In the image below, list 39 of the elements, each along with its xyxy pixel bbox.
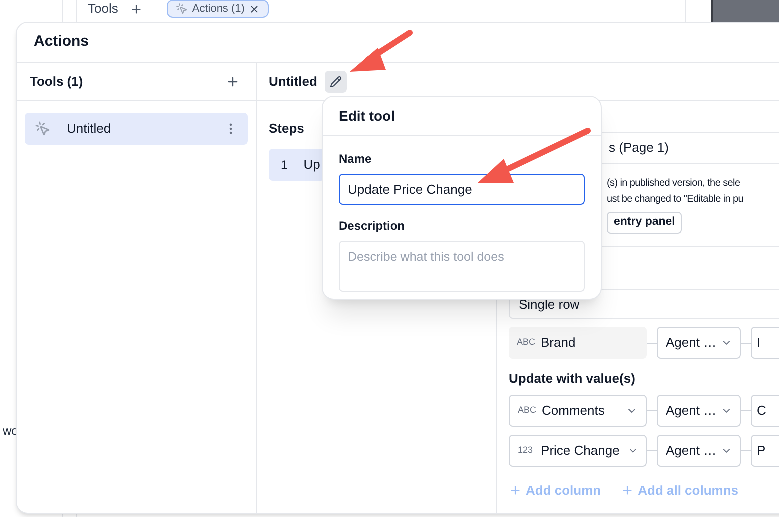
source-select[interactable]: Agent …	[657, 327, 741, 359]
notice-text: ust be changed to "Editable in pu	[607, 193, 744, 207]
annotation-arrow	[350, 30, 413, 72]
column-select[interactable]: ABC Comments	[509, 394, 647, 426]
close-icon[interactable]	[248, 4, 260, 14]
description-input[interactable]: Describe what this tool does	[339, 241, 585, 292]
value-select[interactable]: I	[751, 327, 779, 359]
entry-panel-button[interactable]: entry panel	[607, 212, 682, 234]
actions-chip[interactable]: Actions (1)	[167, 0, 269, 18]
add-icon[interactable]	[226, 74, 240, 88]
cursor-click-icon	[35, 121, 51, 137]
step-item[interactable]: 1 Up	[269, 148, 325, 180]
add-icon[interactable]	[130, 2, 144, 16]
tools-label: Tools	[88, 0, 118, 18]
description-label: Description	[339, 218, 406, 235]
source-select[interactable]: Agent …	[657, 434, 741, 466]
source-select[interactable]: Agent …	[657, 394, 741, 426]
type-label: ABC	[517, 336, 533, 350]
cursor-click-icon	[176, 3, 188, 15]
name-input[interactable]: Update Price Change	[339, 174, 585, 205]
pencil-icon	[330, 76, 342, 88]
steps-heading: Steps	[269, 120, 304, 138]
column-select[interactable]: 123 Price Change	[509, 434, 647, 466]
tool-item[interactable]: Untitled	[25, 113, 248, 145]
plus-icon	[509, 484, 522, 497]
update-heading: Update with value(s)	[509, 370, 636, 388]
screenshot-thumbnail	[711, 0, 779, 22]
popover-title: Edit tool	[339, 106, 395, 126]
plus-icon	[621, 484, 634, 497]
source-field: s (Page 1)	[609, 138, 669, 158]
dialog-title: Actions	[34, 32, 90, 52]
column-name: Brand	[541, 334, 576, 352]
name-label: Name	[339, 151, 372, 168]
value-select[interactable]: P	[751, 434, 779, 466]
value-select[interactable]: C	[751, 394, 779, 426]
tools-heading: Tools (1)	[30, 72, 84, 91]
notice-text: (s) in published version, the sele	[607, 177, 740, 191]
edit-button[interactable]	[325, 70, 348, 92]
tool-name: Untitled	[269, 72, 318, 91]
